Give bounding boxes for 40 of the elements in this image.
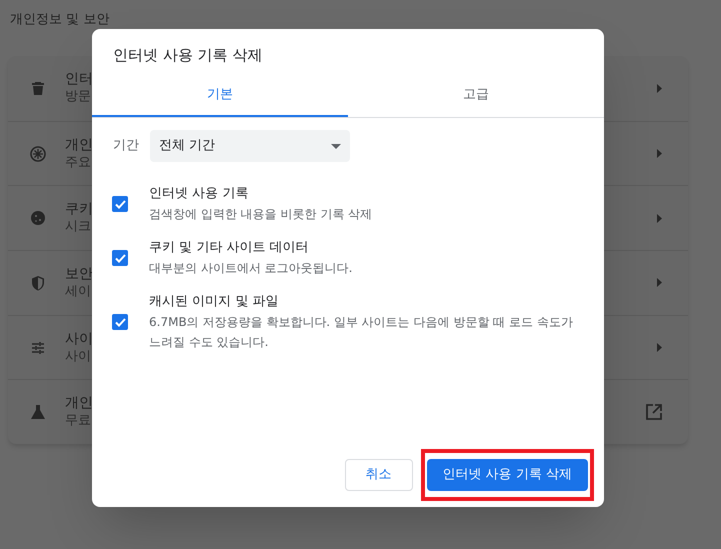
checkbox[interactable]	[112, 196, 128, 212]
checkmark-icon	[114, 318, 126, 326]
compass-icon	[28, 144, 48, 164]
delete-history-button[interactable]: 인터넷 사용 기록 삭제	[426, 459, 588, 491]
row-subtitle: 세이	[65, 282, 92, 301]
option-description: 6.7MB의 저장용량을 확보합니다. 일부 사이트는 다음에 방문할 때 로드 속도가 느려질 수도 있습니다.	[149, 314, 574, 351]
row-subtitle: 무료	[65, 412, 92, 430]
dropdown-caret-icon	[331, 144, 341, 148]
row-subtitle: 시크	[65, 218, 92, 236]
checkbox[interactable]	[112, 250, 128, 266]
option-description: 검색창에 입력한 내용을 비롯한 기록 삭제	[149, 206, 372, 223]
arrow-right-icon[interactable]	[657, 278, 662, 288]
time-range-dropdown[interactable]: 전체 기간	[150, 130, 350, 162]
row-subtitle: 방문	[65, 88, 92, 106]
tab[interactable]: 기본	[92, 75, 348, 117]
checkmark-icon	[114, 200, 126, 208]
option-title: 쿠키 및 기타 사이트 데이터	[149, 239, 310, 257]
checkmark-icon	[114, 254, 126, 262]
row-subtitle: 사이	[65, 348, 92, 366]
row-title: 쿠키	[65, 200, 93, 218]
row-title: 인터	[65, 70, 93, 88]
time-range-label: 기간	[113, 137, 140, 156]
tab[interactable]: 고급	[348, 75, 604, 117]
option-title: 캐시된 이미지 및 파일	[149, 293, 280, 311]
option-title: 인터넷 사용 기록	[149, 185, 250, 203]
cancel-button[interactable]: 취소	[344, 459, 413, 491]
arrow-right-icon[interactable]	[657, 84, 662, 93]
arrow-right-icon[interactable]	[657, 214, 662, 223]
external-link-icon[interactable]	[646, 404, 662, 420]
row-title: 개인	[65, 394, 93, 412]
arrow-right-icon[interactable]	[657, 149, 662, 158]
checkbox[interactable]	[112, 314, 128, 330]
arrow-right-icon[interactable]	[657, 343, 662, 352]
row-title: 사이	[65, 330, 93, 348]
row-subtitle: 주요	[65, 154, 92, 172]
section-heading: 개인정보 및 보안	[10, 12, 110, 28]
row-title: 보안	[65, 264, 93, 283]
option-description: 대부분의 사이트에서 로그아웃됩니다.	[149, 260, 352, 277]
row-title: 개인	[65, 136, 93, 154]
dialog-title: 인터넷 사용 기록 삭제	[113, 45, 264, 65]
